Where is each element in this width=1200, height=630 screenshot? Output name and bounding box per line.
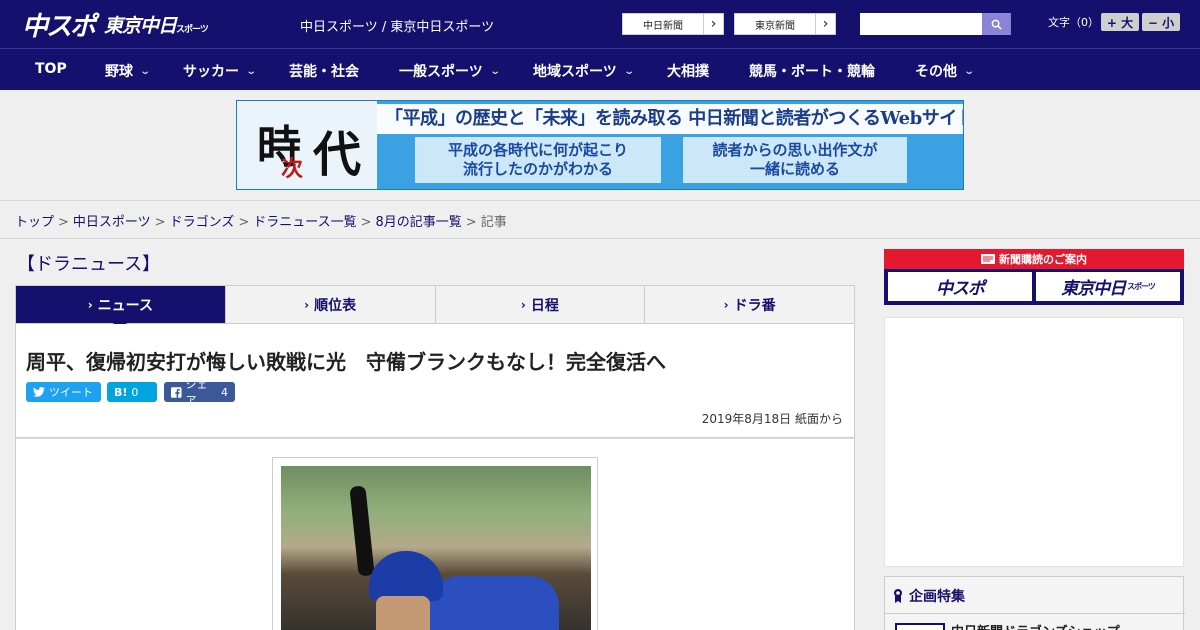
hatena-bookmark-button[interactable]: B! 0 <box>107 382 157 402</box>
article-photo-card <box>15 438 855 630</box>
font-larger-button[interactable]: + 大 <box>1101 13 1139 31</box>
article-photo[interactable] <box>281 466 591 630</box>
nav-item-general-sports[interactable]: 一般スポーツ ⌄ <box>399 61 501 81</box>
divider <box>885 613 1185 614</box>
facebook-share-button[interactable]: シェア 4 <box>164 378 235 407</box>
tab-standings[interactable]: › 順位表 <box>226 286 436 323</box>
site-logo[interactable]: 中スポ 東京中日スポーツ <box>22 6 209 42</box>
search-icon <box>991 19 1002 30</box>
breadcrumb-link[interactable]: トップ <box>15 215 54 230</box>
chevron-down-icon: ⌄ <box>963 65 976 77</box>
tab-dora-ban[interactable]: › ドラ番 <box>645 286 854 323</box>
banner-sub-right: 読者からの思い出作文が 一緒に読める <box>683 137 907 183</box>
dora-tabs: › ニュース › 順位表 › 日程 › ドラ番 <box>15 285 855 331</box>
nav-item-local-sports[interactable]: 地域スポーツ ⌄ <box>533 61 635 81</box>
feature-box: 企画特集 中日新聞ドラゴンズショップ <box>884 576 1185 630</box>
top-bar: 中スポ 東京中日スポーツ 中日スポーツ / 東京中日スポーツ 中日新聞 › 東京… <box>0 0 1200 48</box>
chevron-down-icon: ⌄ <box>623 65 635 77</box>
tokyo-chunichi-subscribe-link[interactable]: 東京中日 スポーツ <box>1036 272 1180 301</box>
main-nav: TOP 野球 ⌄ サッカー ⌄ 芸能・社会 一般スポーツ ⌄ 地域スポーツ ⌄ 大相撲 … <box>0 48 1200 90</box>
breadcrumb-link[interactable]: 8月の記事一覧 <box>376 215 462 230</box>
chuspo-subscribe-link[interactable]: 中スポ <box>888 272 1032 301</box>
chevron-down-icon: ⌄ <box>245 65 258 77</box>
breadcrumb: トップ > 中日スポーツ > ドラゴンズ > ドラニュース一覧 >8月の記事一覧 > 記事 <box>15 215 507 230</box>
breadcrumb-link[interactable]: ドラニュース一覧 <box>253 215 356 230</box>
breadcrumb-current: 記事 <box>480 215 507 230</box>
ad-slot <box>884 317 1184 567</box>
chunichi-shimbun-button[interactable]: 中日新聞 › <box>622 13 724 35</box>
banner-area: 時 次 代 「平成」の歴史と「未来」を読み取る 中日新聞と読者がつくるWebサイ… <box>0 90 1200 201</box>
chevron-right-icon: › <box>703 14 723 34</box>
font-smaller-button[interactable]: − 小 <box>1142 13 1180 31</box>
logo-tokyo-chunichi: 東京中日スポーツ <box>104 14 209 37</box>
article-date: 2019年8月18日 紙面から <box>701 412 843 426</box>
nav-item-racing[interactable]: 競馬・ボート・競輪 <box>749 61 875 81</box>
breadcrumb-link[interactable]: 中日スポーツ <box>73 215 151 230</box>
search-button[interactable] <box>982 13 1011 35</box>
breadcrumb-link[interactable]: ドラゴンズ <box>170 215 235 230</box>
banner-sub-left: 平成の各時代に何が起こり 流行したのかがわかる <box>415 137 661 183</box>
subscription-box[interactable]: 新聞購読のご案内 中スポ 東京中日 スポーツ <box>884 249 1184 305</box>
font-size-label: 文字（0） <box>1048 16 1099 29</box>
twitter-icon <box>33 387 45 397</box>
tweet-button[interactable]: ツイート <box>26 382 101 402</box>
nav-item-soccer[interactable]: サッカー ⌄ <box>183 61 258 81</box>
section-title: 【ドラニュース】 <box>17 254 161 275</box>
chevron-right-icon: › <box>723 297 729 312</box>
nav-item-top[interactable]: TOP <box>35 61 67 77</box>
jidai-logo: 時 次 代 <box>237 101 377 189</box>
banner-headline: 「平成」の歴史と「未来」を読み取る 中日新聞と読者がつくるWebサイト <box>377 104 963 134</box>
chevron-right-icon: › <box>304 297 310 312</box>
jidai-banner[interactable]: 時 次 代 「平成」の歴史と「未来」を読み取る 中日新聞と読者がつくるWebサイ… <box>236 100 964 190</box>
nav-item-other[interactable]: その他 ⌄ <box>915 61 976 81</box>
chevron-right-icon: › <box>87 297 93 312</box>
bat-shape <box>349 485 375 577</box>
hatena-icon: B! <box>114 385 128 399</box>
feature-item-link[interactable]: 中日新聞ドラゴンズショップ <box>951 621 1120 630</box>
feature-header: 企画特集 <box>893 586 965 606</box>
chevron-right-icon: › <box>815 14 835 34</box>
subscription-logos: 中スポ 東京中日 スポーツ <box>888 272 1180 301</box>
photo-frame <box>272 457 598 630</box>
face-shape <box>376 596 430 630</box>
helmet-shape <box>369 551 443 601</box>
chevron-down-icon: ⌄ <box>139 65 152 77</box>
chevron-down-icon: ⌄ <box>489 65 501 77</box>
jersey-shape <box>429 576 559 630</box>
search-input[interactable] <box>860 13 982 35</box>
article-header: 周平、復帰初安打が悔しい敗戦に光 守備ブランクもなし！完全復活へ ツイート B!… <box>15 324 855 438</box>
logo-chuspo: 中スポ <box>22 11 96 42</box>
tab-schedule[interactable]: › 日程 <box>436 286 646 323</box>
ribbon-icon <box>894 589 902 603</box>
nav-item-baseball[interactable]: 野球 ⌄ <box>105 61 152 81</box>
feature-thumbnail[interactable] <box>895 623 945 630</box>
nav-item-sumo[interactable]: 大相撲 <box>667 61 709 81</box>
facebook-icon <box>171 386 182 398</box>
article-title: 周平、復帰初安打が悔しい敗戦に光 守備ブランクもなし！完全復活へ <box>26 350 666 374</box>
newspaper-icon <box>981 254 995 264</box>
site-names: 中日スポーツ / 東京中日スポーツ <box>300 20 495 35</box>
tab-news[interactable]: › ニュース <box>16 286 226 331</box>
chevron-right-icon: › <box>520 297 526 312</box>
nav-item-entertainment[interactable]: 芸能・社会 <box>289 61 359 81</box>
divider <box>0 238 1200 239</box>
subscription-header: 新聞購読のご案内 <box>884 249 1184 269</box>
tokyo-shimbun-button[interactable]: 東京新聞 › <box>734 13 836 35</box>
